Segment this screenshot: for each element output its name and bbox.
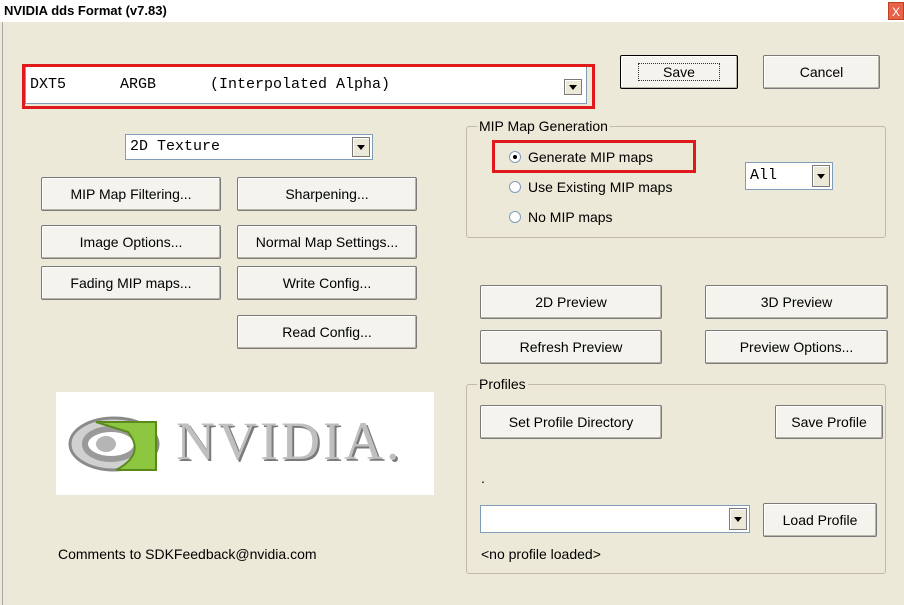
load-profile-button[interactable]: Load Profile	[763, 503, 877, 537]
chevron-down-icon[interactable]	[352, 137, 370, 157]
preview-options-button[interactable]: Preview Options...	[705, 330, 888, 364]
nvidia-logo: NVIDIA.	[56, 392, 434, 495]
preview-3d-button[interactable]: 3D Preview	[705, 285, 888, 319]
preview-2d-button[interactable]: 2D Preview	[480, 285, 662, 319]
dialog-window: NVIDIA dds Format (v7.83) X DXT5 ARGB (I…	[0, 0, 904, 605]
normal-map-settings-button[interactable]: Normal Map Settings...	[237, 225, 417, 259]
radio-use-existing-mip[interactable]: Use Existing MIP maps	[509, 179, 672, 195]
radio-no-mip-label: No MIP maps	[528, 209, 613, 225]
profiles-title: Profiles	[477, 376, 528, 392]
radio-icon	[509, 181, 521, 193]
set-profile-directory-button[interactable]: Set Profile Directory	[480, 405, 662, 439]
fading-mip-button[interactable]: Fading MIP maps...	[41, 266, 221, 300]
mip-levels-select[interactable]: All	[745, 162, 833, 190]
mip-generation-title: MIP Map Generation	[477, 118, 610, 134]
window-title: NVIDIA dds Format (v7.83)	[4, 3, 167, 18]
radio-icon	[509, 211, 521, 223]
sharpening-button[interactable]: Sharpening...	[237, 177, 417, 211]
read-config-button[interactable]: Read Config...	[237, 315, 417, 349]
feedback-text: Comments to SDKFeedback@nvidia.com	[58, 546, 317, 562]
mip-levels-value: All	[750, 167, 778, 184]
profile-select[interactable]	[480, 505, 750, 533]
mip-filtering-button[interactable]: MIP Map Filtering...	[41, 177, 221, 211]
title-bar: NVIDIA dds Format (v7.83) X	[0, 0, 904, 22]
profile-directory-text: .	[481, 470, 485, 486]
radio-use-existing-label: Use Existing MIP maps	[528, 179, 673, 195]
nvidia-eye-icon	[68, 416, 160, 472]
texture-type-select[interactable]: 2D Texture	[125, 134, 373, 160]
radio-no-mip[interactable]: No MIP maps	[509, 209, 613, 225]
cancel-button[interactable]: Cancel	[763, 55, 880, 89]
close-icon[interactable]: X	[888, 2, 904, 20]
save-button-label: Save	[638, 63, 720, 81]
chevron-down-icon[interactable]	[812, 165, 830, 187]
highlight-format	[22, 64, 595, 109]
nvidia-logo-text: NVIDIA.	[176, 411, 403, 471]
image-options-button[interactable]: Image Options...	[41, 225, 221, 259]
chevron-down-icon[interactable]	[729, 508, 747, 530]
write-config-button[interactable]: Write Config...	[237, 266, 417, 300]
texture-type-value: 2D Texture	[130, 138, 221, 155]
save-button[interactable]: Save	[620, 55, 738, 89]
save-profile-button[interactable]: Save Profile	[775, 405, 883, 439]
refresh-preview-button[interactable]: Refresh Preview	[480, 330, 662, 364]
highlight-generate-mip	[492, 140, 696, 173]
profile-status: <no profile loaded>	[481, 546, 601, 562]
